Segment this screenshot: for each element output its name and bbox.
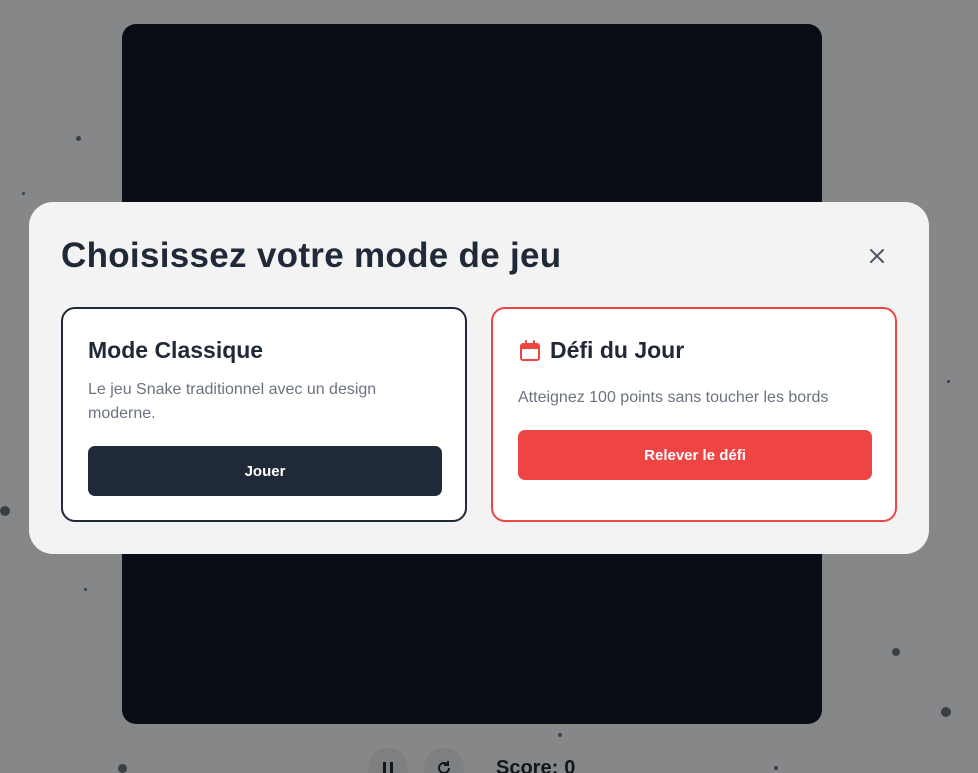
close-icon	[870, 249, 884, 263]
calendar-icon	[520, 339, 540, 361]
classic-mode-description: Le jeu Snake traditionnel avec un design…	[88, 381, 377, 422]
classic-mode-title-text: Mode Classique	[88, 337, 264, 363]
classic-mode-card: Mode Classique Le jeu Snake traditionnel…	[61, 307, 467, 522]
daily-challenge-description: Atteignez 100 points sans toucher les bo…	[518, 389, 829, 406]
play-button[interactable]: Jouer	[88, 446, 442, 496]
accept-challenge-button[interactable]: Relever le défi	[518, 430, 872, 480]
daily-challenge-title: Défi du Jour	[518, 337, 870, 364]
close-button[interactable]	[863, 242, 891, 270]
daily-challenge-card: Défi du Jour Atteignez 100 points sans t…	[491, 307, 897, 522]
classic-mode-title: Mode Classique	[88, 337, 440, 364]
daily-challenge-title-text: Défi du Jour	[550, 337, 685, 363]
game-mode-modal: Choisissez votre mode de jeu Mode Classi…	[29, 202, 929, 554]
modal-title: Choisissez votre mode de jeu	[61, 236, 562, 275]
